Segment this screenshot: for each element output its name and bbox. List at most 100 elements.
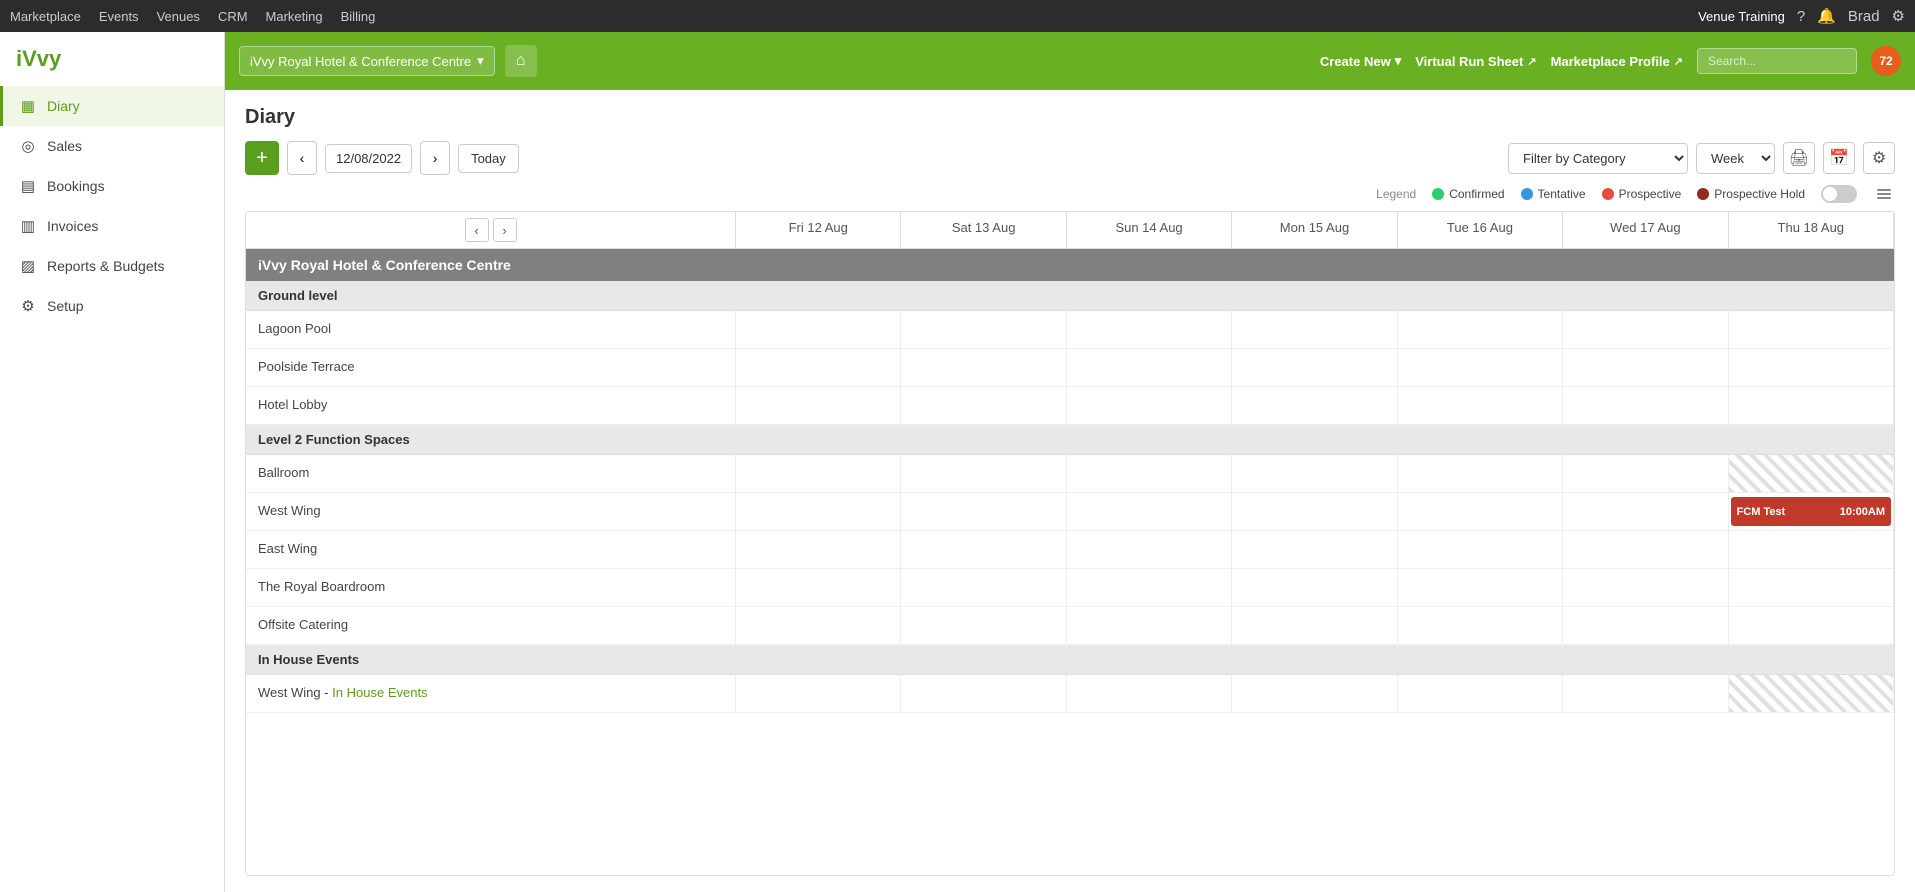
toggle-lines[interactable]: [1877, 189, 1891, 199]
room-day-ballroom-thu[interactable]: [1729, 455, 1894, 493]
room-day-lagoon-pool-sat[interactable]: [901, 311, 1066, 349]
room-day-lobby-mon[interactable]: [1232, 387, 1397, 425]
room-day-lagoon-pool-mon[interactable]: [1232, 311, 1397, 349]
room-day-poolside-sat[interactable]: [901, 349, 1066, 387]
room-day-poolside-sun[interactable]: [1067, 349, 1232, 387]
next-date-button[interactable]: ›: [420, 141, 450, 175]
sidebar-item-sales[interactable]: ◎ Sales: [0, 126, 224, 166]
nav-billing[interactable]: Billing: [341, 9, 376, 24]
room-day-lagoon-pool-wed[interactable]: [1563, 311, 1728, 349]
room-day-inhouse-mon[interactable]: [1232, 675, 1397, 713]
room-day-westwing-tue[interactable]: [1398, 493, 1563, 531]
room-day-eastwing-wed[interactable]: [1563, 531, 1728, 569]
room-day-lobby-fri[interactable]: [736, 387, 901, 425]
nav-venues[interactable]: Venues: [157, 9, 200, 24]
nav-marketplace[interactable]: Marketplace: [10, 9, 81, 24]
room-day-ballroom-fri[interactable]: [736, 455, 901, 493]
room-day-boardroom-sat[interactable]: [901, 569, 1066, 607]
room-day-lagoon-pool-thu[interactable]: [1729, 311, 1894, 349]
room-day-boardroom-sun[interactable]: [1067, 569, 1232, 607]
nav-marketing[interactable]: Marketing: [266, 9, 323, 24]
room-day-boardroom-wed[interactable]: [1563, 569, 1728, 607]
room-day-inhouse-tue[interactable]: [1398, 675, 1563, 713]
room-day-westwing-wed[interactable]: [1563, 493, 1728, 531]
room-day-eastwing-sat[interactable]: [901, 531, 1066, 569]
cal-prev-button[interactable]: ‹: [465, 218, 489, 242]
today-button[interactable]: Today: [458, 144, 519, 173]
virtual-run-sheet-link[interactable]: Virtual Run Sheet ↗: [1415, 54, 1536, 69]
room-day-lagoon-pool-sun[interactable]: [1067, 311, 1232, 349]
sidebar-item-reports[interactable]: ▨ Reports & Budgets: [0, 246, 224, 286]
room-day-boardroom-tue[interactable]: [1398, 569, 1563, 607]
calendar-grid-container[interactable]: ‹ › Fri 12 Aug Sat 13 Aug Sun 14 Aug Mon…: [245, 211, 1895, 876]
sidebar-item-diary[interactable]: ▦ Diary: [0, 86, 224, 126]
sidebar-item-setup[interactable]: ⚙ Setup: [0, 286, 224, 326]
home-button[interactable]: ⌂: [505, 45, 537, 77]
room-day-lobby-tue[interactable]: [1398, 387, 1563, 425]
room-day-boardroom-mon[interactable]: [1232, 569, 1397, 607]
help-icon[interactable]: ?: [1797, 8, 1805, 25]
room-day-ballroom-sun[interactable]: [1067, 455, 1232, 493]
room-day-offsite-sun[interactable]: [1067, 607, 1232, 645]
room-day-inhouse-sat[interactable]: [901, 675, 1066, 713]
room-day-eastwing-thu[interactable]: [1729, 531, 1894, 569]
room-day-poolside-tue[interactable]: [1398, 349, 1563, 387]
sidebar-item-invoices[interactable]: ▥ Invoices: [0, 206, 224, 246]
room-day-eastwing-sun[interactable]: [1067, 531, 1232, 569]
notification-button[interactable]: 72: [1871, 46, 1901, 76]
room-day-boardroom-thu[interactable]: [1729, 569, 1894, 607]
room-day-eastwing-mon[interactable]: [1232, 531, 1397, 569]
calendar-view-button[interactable]: 📅: [1823, 142, 1855, 174]
room-day-offsite-sat[interactable]: [901, 607, 1066, 645]
room-day-inhouse-wed[interactable]: [1563, 675, 1728, 713]
room-day-boardroom-fri[interactable]: [736, 569, 901, 607]
view-mode-select[interactable]: Week Day Month: [1696, 143, 1775, 174]
room-day-offsite-thu[interactable]: [1729, 607, 1894, 645]
room-day-poolside-thu[interactable]: [1729, 349, 1894, 387]
room-day-westwing-thu[interactable]: FCM Test 10:00AM: [1729, 493, 1894, 531]
room-day-ballroom-wed[interactable]: [1563, 455, 1728, 493]
room-day-lagoon-pool-fri[interactable]: [736, 311, 901, 349]
venue-selector[interactable]: iVvy Royal Hotel & Conference Centre ▾: [239, 46, 495, 76]
room-day-inhouse-fri[interactable]: [736, 675, 901, 713]
room-day-westwing-fri[interactable]: [736, 493, 901, 531]
print-button[interactable]: 🖨: [1783, 142, 1815, 174]
legend-toggle[interactable]: [1821, 185, 1857, 203]
cal-next-button[interactable]: ›: [493, 218, 517, 242]
search-input[interactable]: [1697, 48, 1857, 74]
diary-settings-button[interactable]: ⚙: [1863, 142, 1895, 174]
room-day-inhouse-sun[interactable]: [1067, 675, 1232, 713]
notifications-icon[interactable]: 🔔: [1817, 7, 1836, 25]
room-day-westwing-mon[interactable]: [1232, 493, 1397, 531]
create-new-button[interactable]: Create New ▾: [1320, 53, 1401, 69]
room-day-ballroom-sat[interactable]: [901, 455, 1066, 493]
room-day-inhouse-thu[interactable]: [1729, 675, 1894, 713]
room-day-poolside-fri[interactable]: [736, 349, 901, 387]
marketplace-profile-link[interactable]: Marketplace Profile ↗: [1551, 54, 1683, 69]
nav-crm[interactable]: CRM: [218, 9, 248, 24]
sidebar-item-bookings[interactable]: ▤ Bookings: [0, 166, 224, 206]
room-day-offsite-mon[interactable]: [1232, 607, 1397, 645]
room-day-eastwing-fri[interactable]: [736, 531, 901, 569]
user-menu[interactable]: Brad: [1848, 8, 1880, 25]
booking-fcm-test[interactable]: FCM Test 10:00AM: [1731, 497, 1891, 526]
room-day-westwing-sat[interactable]: [901, 493, 1066, 531]
room-day-offsite-wed[interactable]: [1563, 607, 1728, 645]
room-day-eastwing-tue[interactable]: [1398, 531, 1563, 569]
room-day-lagoon-pool-tue[interactable]: [1398, 311, 1563, 349]
room-day-lobby-sat[interactable]: [901, 387, 1066, 425]
room-day-ballroom-mon[interactable]: [1232, 455, 1397, 493]
settings-icon[interactable]: ⚙: [1892, 7, 1905, 25]
room-day-lobby-thu[interactable]: [1729, 387, 1894, 425]
room-day-ballroom-tue[interactable]: [1398, 455, 1563, 493]
room-day-poolside-mon[interactable]: [1232, 349, 1397, 387]
room-day-offsite-fri[interactable]: [736, 607, 901, 645]
room-day-lobby-sun[interactable]: [1067, 387, 1232, 425]
add-booking-button[interactable]: +: [245, 141, 279, 175]
room-day-offsite-tue[interactable]: [1398, 607, 1563, 645]
room-day-poolside-wed[interactable]: [1563, 349, 1728, 387]
room-day-westwing-sun[interactable]: [1067, 493, 1232, 531]
filter-category-select[interactable]: Filter by Category: [1508, 143, 1688, 174]
room-day-lobby-wed[interactable]: [1563, 387, 1728, 425]
prev-date-button[interactable]: ‹: [287, 141, 317, 175]
